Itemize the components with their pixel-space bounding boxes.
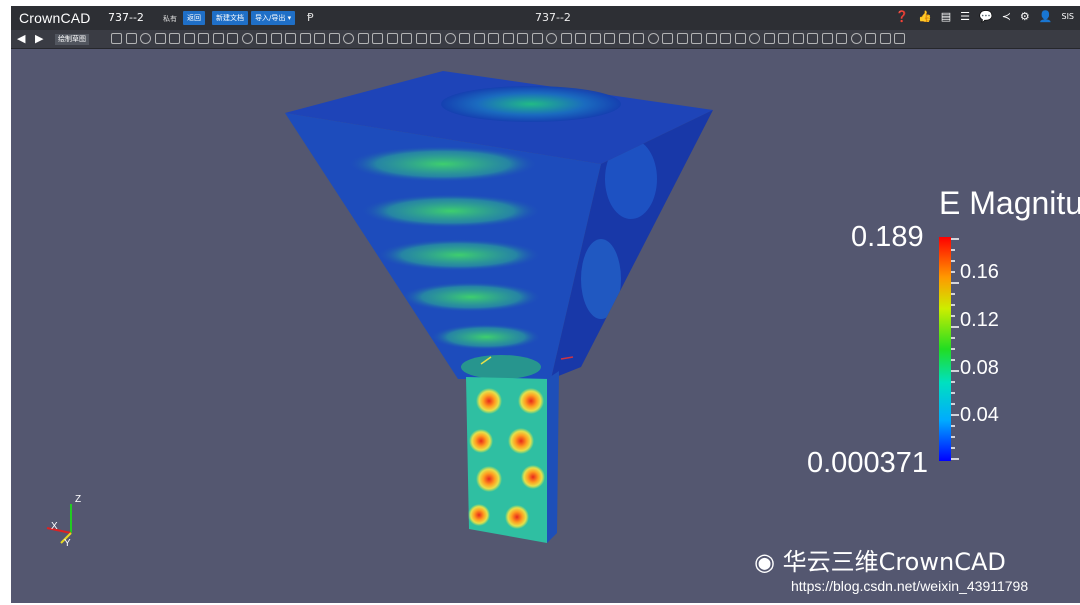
toolbar-tool-icon[interactable] [502,33,514,44]
legend-tick: 0.04 [960,404,999,426]
3d-viewport[interactable]: Z X Y E Magnitude 0.189 0.000371 0.16 0.… [11,49,1080,603]
legend-tick: 0.16 [960,261,999,283]
toolbar-tool-icon[interactable] [444,33,456,44]
toolbar-tool-icon[interactable] [720,33,731,44]
toolbar-tool-icon[interactable] [299,33,311,44]
toolbar-tool-icon[interactable] [401,33,412,44]
toolbar-tool-icon[interactable] [792,33,804,44]
toolbar-tool-icon[interactable] [807,33,818,44]
toolbar-tool-icon[interactable] [589,33,601,44]
help-icon[interactable]: ❓ [895,10,909,23]
toolbar-tool-icon[interactable] [749,33,760,44]
toolbar-tool-icon[interactable] [531,33,543,44]
legend-color-bar [939,237,951,461]
toolbar-tool-icon[interactable] [198,33,209,44]
toolbar-tool-icon[interactable] [212,33,224,44]
toolbar-tool-icon[interactable] [662,33,673,44]
toolbar-tool-icon[interactable] [140,33,151,44]
share-icon[interactable]: ≺ [1002,10,1011,23]
privacy-label: 私有 [163,15,177,23]
user-name[interactable]: SIS [1061,12,1074,21]
user-icon[interactable]: 👤 [1039,10,1053,23]
toolbar-tool-icon[interactable] [734,33,746,44]
legend-tick: 0.08 [960,357,999,379]
toolbar-tool-icon[interactable] [125,33,137,44]
toolbar-tool-icon[interactable] [705,33,717,44]
toolbar-tool-icon[interactable] [256,33,267,44]
toolbar-tool-icon[interactable] [459,33,470,44]
toolbar-tool-icon[interactable] [575,33,586,44]
undo-icon[interactable]: ◀ [17,32,25,45]
toolbar-tool-icon[interactable] [691,33,702,44]
toolbar-tool-icon[interactable] [473,33,485,44]
toolbar-tool-icon[interactable] [633,33,644,44]
toolbar-tool-icon[interactable] [154,33,166,44]
toolbar-tool-icon[interactable] [386,33,398,44]
document-icon[interactable]: ▤ [941,10,951,23]
wechat-icon: ◉ [754,548,783,576]
toolbar-tool-icon[interactable] [836,33,847,44]
gear-icon[interactable]: ⚙ [1020,10,1030,23]
back-button[interactable]: 返回 [183,11,205,25]
toolbar-tool-icon[interactable] [285,33,296,44]
x-axis-label: X [51,521,58,532]
legend-min: 0.000371 [807,447,928,479]
import-export-button[interactable]: 导入/导出 ▾ [251,11,296,25]
toolbar: ◀ ▶ 绘制草图 [11,30,1080,49]
toolbar-tool-icon[interactable] [183,33,195,44]
toolbar-tool-icon[interactable] [560,33,572,44]
watermark-text: ◉ 华云三维CrownCAD [754,548,1006,576]
redo-icon[interactable]: ▶ [35,32,43,45]
legend-tick: 0.12 [960,309,999,331]
toolbar-tool-icon[interactable] [546,33,557,44]
toolbar-tool-icon[interactable] [517,33,528,44]
toolbar-tool-icon[interactable] [821,33,833,44]
comment-icon[interactable]: 💬 [979,10,993,23]
toolbar-tool-icon[interactable] [314,33,325,44]
toolbar-tool-icon[interactable] [430,33,441,44]
toolbar-tool-icon[interactable] [647,33,659,44]
tab-title: 737--2 [535,11,571,24]
toolbar-tool-icon[interactable] [270,33,282,44]
watermark-url: https://blog.csdn.net/weixin_43911798 [791,578,1029,594]
app-logo[interactable]: CrownCAD [19,10,91,26]
toolbar-tool-icon[interactable] [604,33,615,44]
sketch-button[interactable]: 绘制草图 [55,34,89,45]
toolbar-tool-icon[interactable] [227,33,238,44]
toolbar-tool-icon[interactable] [372,33,383,44]
list-icon[interactable]: ☰ [960,10,970,23]
toolbar-tool-icon[interactable] [865,33,876,44]
toolbar-tool-icon[interactable] [894,33,905,44]
app-window: CrownCAD 737--2 私有 返回 新建文档 导入/导出 ▾ Ᵽ 737… [11,6,1080,603]
model-canvas [46,71,959,544]
toolbar-tool-icon[interactable] [778,33,789,44]
toolbar-tool-icon[interactable] [618,33,630,44]
new-document-button[interactable]: 新建文档 [212,11,248,25]
like-icon[interactable]: 👍 [918,10,932,23]
top-bar: CrownCAD 737--2 私有 返回 新建文档 导入/导出 ▾ Ᵽ 737… [11,6,1080,30]
top-right-icons: ❓ 👍 ▤ ☰ 💬 ≺ ⚙ 👤 SIS [895,10,1074,23]
toolbar-tool-icon[interactable] [763,33,775,44]
toolbar-tool-icon[interactable] [676,33,688,44]
z-axis-label: Z [75,494,82,505]
p-icon[interactable]: Ᵽ [307,11,314,24]
toolbar-tool-icon[interactable] [357,33,369,44]
toolbar-tool-icon[interactable] [241,33,253,44]
toolbar-tool-icon[interactable] [328,33,340,44]
toolbar-tool-icon[interactable] [169,33,180,44]
legend-title: E Magnitude [939,185,1080,221]
toolbar-tool-icon[interactable] [879,33,891,44]
toolbar-tool-icon[interactable] [850,33,862,44]
toolbar-tool-icon[interactable] [415,33,427,44]
document-name[interactable]: 737--2 [108,11,144,24]
y-axis-label: Y [64,538,71,549]
toolbar-tool-icon[interactable] [343,33,354,44]
legend-max: 0.189 [851,221,924,253]
toolbar-tool-icon[interactable] [488,33,499,44]
toolbar-tool-icon[interactable] [111,33,122,44]
